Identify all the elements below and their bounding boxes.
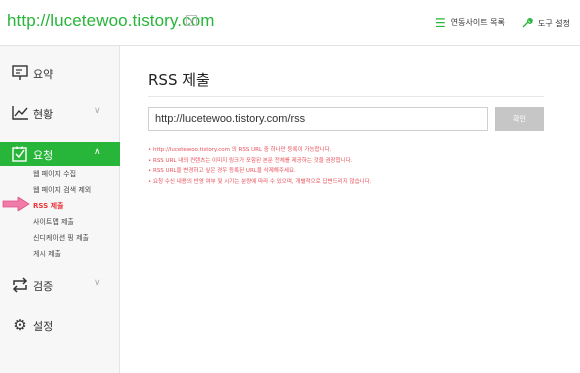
sidebar-item-label: 설정 (33, 320, 54, 333)
tool-settings-link[interactable]: 도구 설정 (521, 17, 570, 30)
sidebar-item-status[interactable]: 현황 ∨ (0, 101, 120, 125)
rss-url-input[interactable]: http://lucetewoo.tistory.com/rss (148, 107, 488, 131)
sync-arrows-icon (11, 277, 29, 293)
sidebar-item-label: 요청 (33, 149, 54, 162)
notice-item: • 요청 수신 내용의 반영 여부 및 시기는 분량에 따라 수 있으며, 개별… (148, 178, 372, 185)
pointer-arrow-icon (2, 197, 30, 211)
gear-icon: ⚙ (13, 316, 27, 334)
linked-sites-label: 연동사이트 목록 (450, 18, 505, 27)
top-bar: http://lucetewoo.tistory.com ∨ ☰ 연동사이트 목… (0, 0, 580, 46)
tool-settings-label: 도구 설정 (538, 19, 570, 28)
presentation-board-icon (11, 65, 29, 81)
notice-item: • RSS URL 내의 컨텐츠는 이미지 링크가 포함된 본문 전체를 제공하… (148, 157, 353, 164)
sidebar-item-request[interactable]: 요청 ∧ (0, 142, 120, 166)
sub-item-post-submit[interactable]: 게시 제출 (33, 249, 61, 259)
sidebar-item-settings[interactable]: ⚙ 설정 (0, 313, 120, 337)
linked-sites-link[interactable]: ☰ 연동사이트 목록 (435, 15, 505, 30)
notice-item: • http://lucetewoo.tistory.com 의 RSS URL… (148, 147, 332, 153)
line-chart-icon (11, 105, 29, 121)
chevron-up-icon: ∧ (94, 147, 101, 157)
sub-item-web-page-exclude[interactable]: 웹 페이지 검색 제외 (33, 185, 91, 195)
sidebar-item-summary[interactable]: 요약 (0, 61, 120, 85)
sidebar-item-label: 현황 (33, 108, 54, 121)
page-title: RSS 제출 (148, 71, 210, 89)
sub-item-syndication-ping[interactable]: 신디케이션 핑 제출 (33, 233, 89, 243)
notice-list: • http://lucetewoo.tistory.com 의 RSS URL… (148, 145, 548, 187)
main-content: RSS 제출 http://lucetewoo.tistory.com/rss … (121, 46, 580, 373)
sub-item-web-page-collect[interactable]: 웹 페이지 수집 (33, 169, 76, 179)
divider (148, 96, 544, 97)
chevron-down-icon[interactable]: ∨ (186, 15, 197, 26)
sidebar-item-label: 요약 (33, 68, 54, 81)
sub-item-rss-submit[interactable]: RSS 제출 (33, 201, 63, 211)
sub-item-sitemap-submit[interactable]: 사이트맵 제출 (33, 217, 74, 227)
checkbox-icon (11, 146, 29, 162)
wrench-icon (521, 17, 533, 30)
site-url-selector[interactable]: http://lucetewoo.tistory.com (7, 11, 215, 31)
sidebar-item-label: 검증 (33, 280, 54, 293)
list-icon: ☰ (435, 15, 446, 30)
chevron-down-icon: ∨ (94, 278, 101, 288)
confirm-button[interactable]: 확인 (495, 107, 544, 131)
chevron-down-icon: ∨ (94, 106, 101, 116)
notice-item: • RSS URL을 변경하고 싶은 경우 등록된 URL을 삭제해주세요. (148, 168, 296, 174)
sidebar-item-verify[interactable]: 검증 ∨ (0, 273, 120, 297)
